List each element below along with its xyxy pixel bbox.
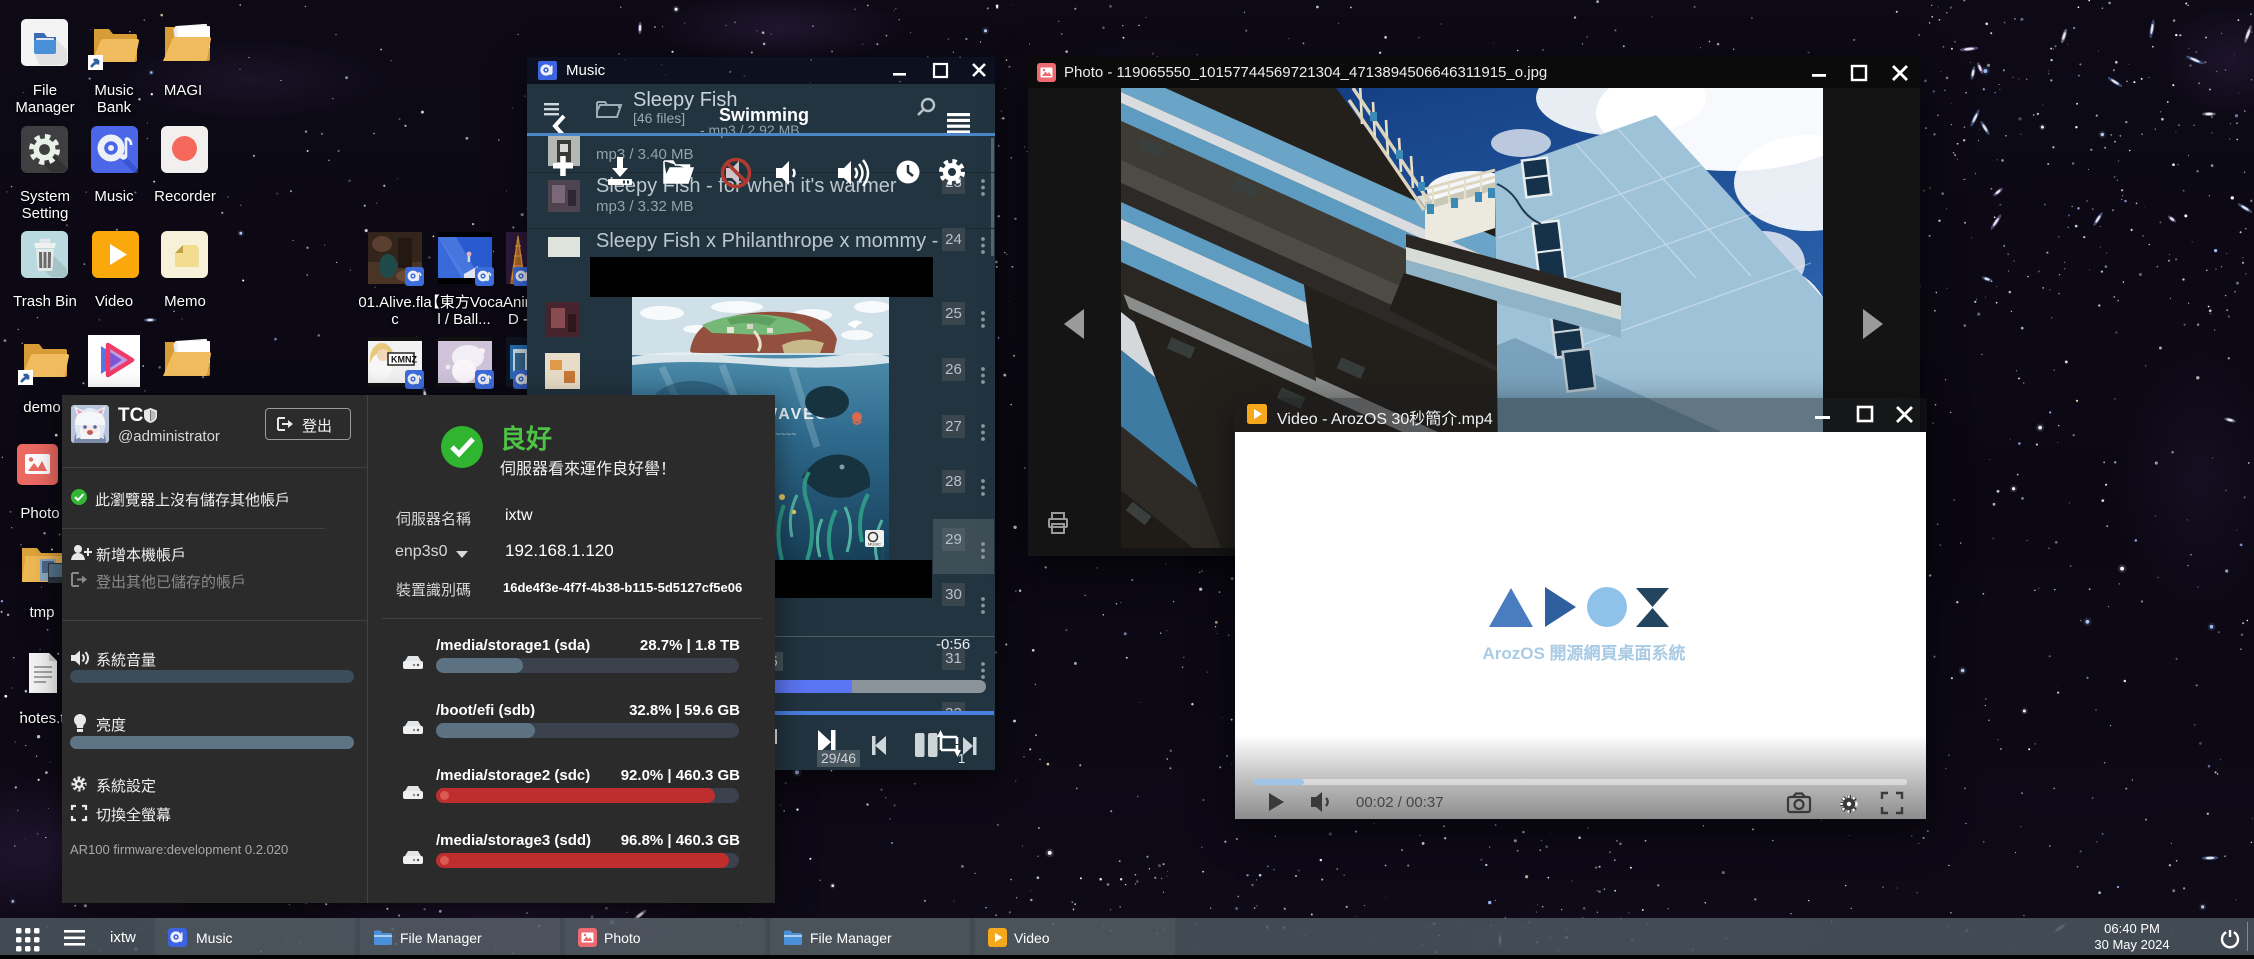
svg-text:MUSIC: MUSIC	[868, 542, 881, 547]
svg-text:KMNZ: KMNZ	[391, 355, 417, 365]
svg-text:1: 1	[958, 751, 965, 766]
